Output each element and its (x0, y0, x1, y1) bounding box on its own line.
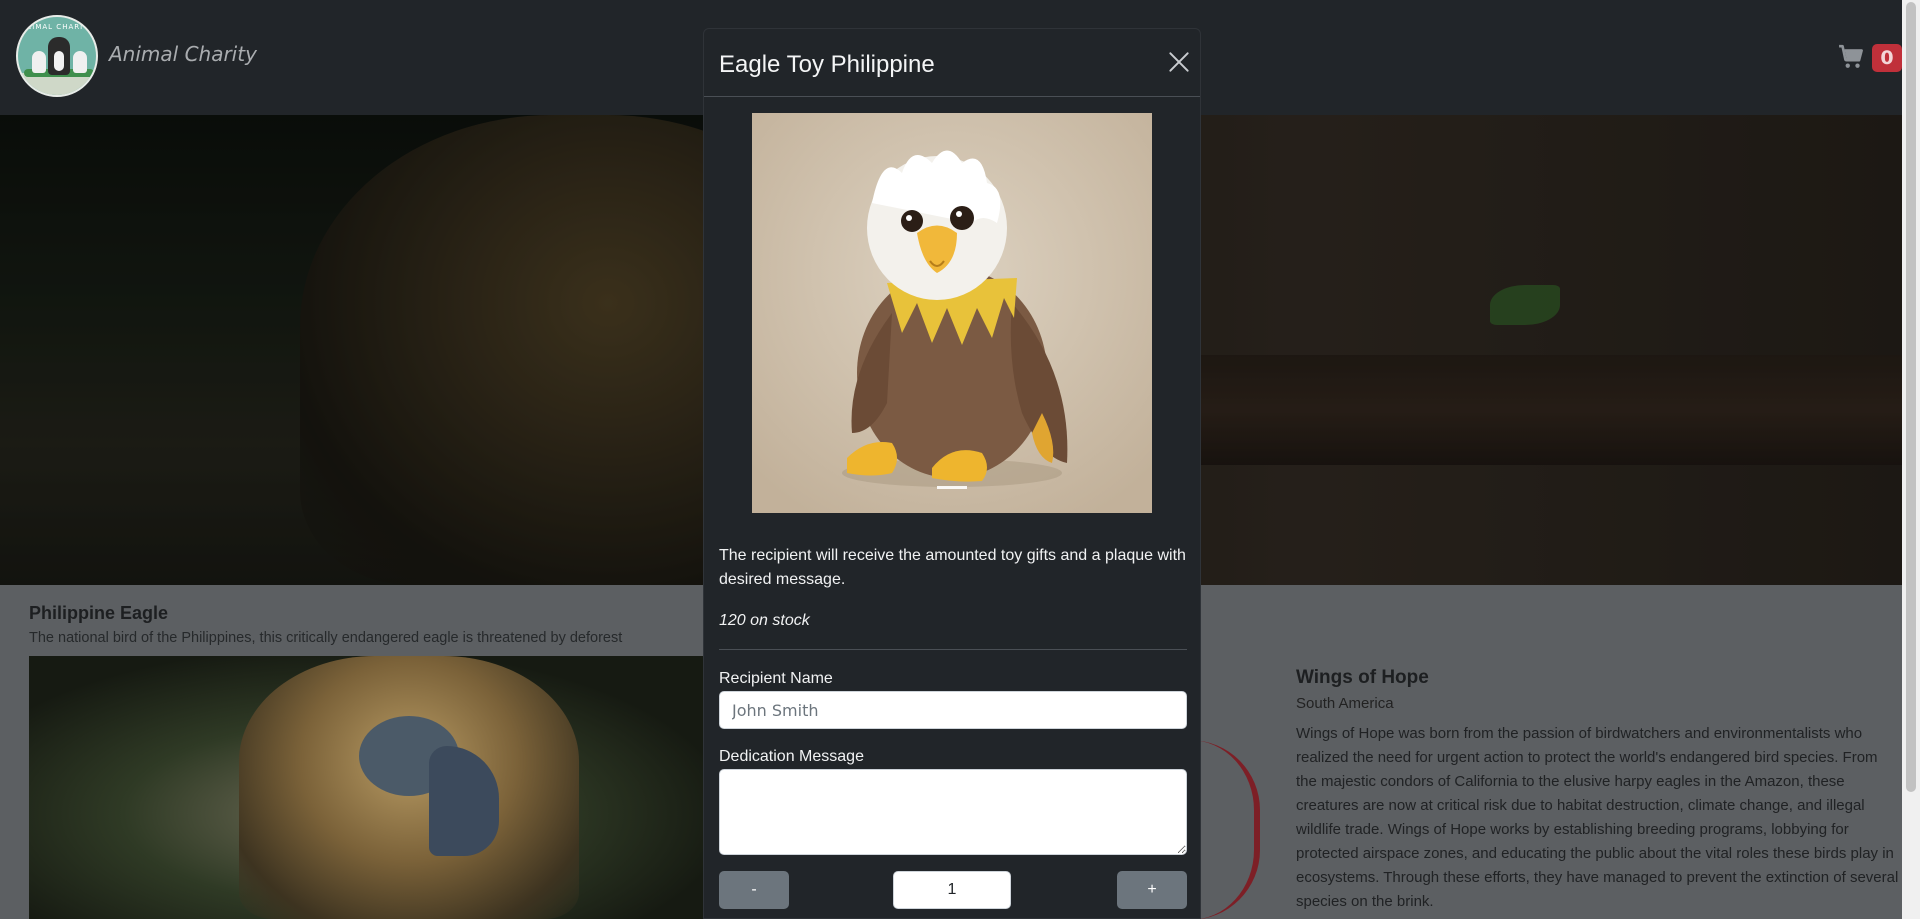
dedication-message-label: Dedication Message (719, 748, 864, 765)
increase-quantity-button[interactable]: + (1117, 871, 1187, 909)
divider (719, 649, 1187, 650)
cart-icon[interactable] (1838, 44, 1864, 70)
decrease-quantity-button[interactable]: - (719, 871, 789, 909)
product-modal: Eagle Toy Philippine The recipient will … (703, 28, 1201, 919)
product-image[interactable] (752, 113, 1152, 513)
quantity-input[interactable] (893, 871, 1011, 909)
eagle-photo (29, 656, 709, 919)
animal-charity-logo[interactable]: ANIMAL CHARITY (16, 15, 98, 97)
org-title: Wings of Hope (1296, 667, 1429, 688)
logo-text: ANIMAL CHARITY (20, 23, 94, 31)
recipient-name-label: Recipient Name (719, 670, 833, 687)
brand-name[interactable]: Animal Charity (109, 42, 257, 66)
card-subtitle: The national bird of the Philippines, th… (29, 630, 623, 646)
product-description: The recipient will receive the amounted … (719, 547, 1186, 588)
page-scrollbar[interactable] (1902, 0, 1920, 919)
org-region: South America (1296, 695, 1394, 712)
close-icon[interactable] (1166, 49, 1192, 75)
recipient-name-input[interactable] (719, 691, 1187, 729)
org-description: Wings of Hope was born from the passion … (1296, 725, 1899, 910)
modal-header: Eagle Toy Philippine (704, 29, 1200, 97)
modal-title: Eagle Toy Philippine (719, 51, 935, 78)
scrollbar-thumb[interactable] (1906, 2, 1916, 792)
dedication-message-input[interactable] (719, 769, 1187, 855)
carousel-indicator[interactable] (937, 486, 967, 489)
stock-status: 120 on stock (719, 612, 810, 629)
cart-count-badge[interactable]: 0 (1872, 44, 1902, 72)
card-title: Philippine Eagle (29, 603, 169, 623)
eagle-toy-illustration (752, 113, 1152, 513)
